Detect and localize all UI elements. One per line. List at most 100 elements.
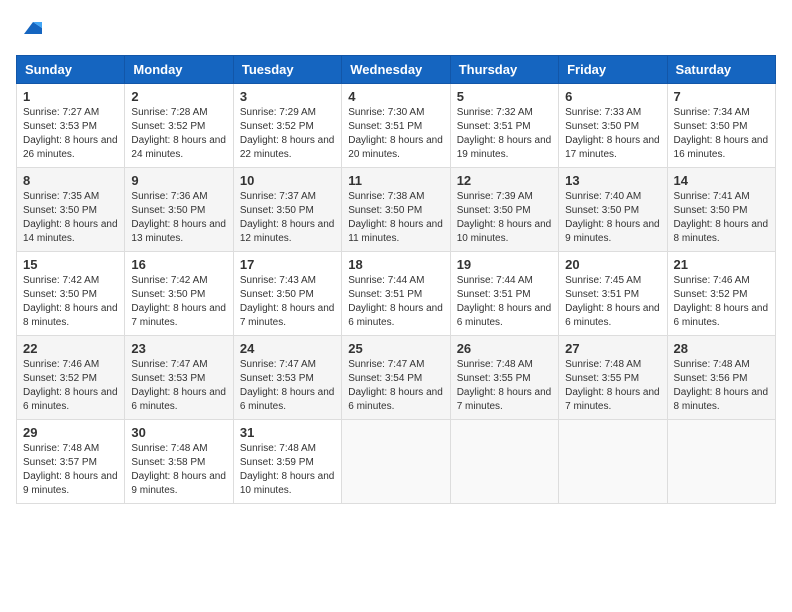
day-info: Sunrise: 7:27 AMSunset: 3:53 PMDaylight:… [23, 106, 118, 162]
calendar-week-row: 29 Sunrise: 7:48 AMSunset: 3:57 PMDayligh… [17, 420, 776, 504]
calendar-cell: 24 Sunrise: 7:47 AMSunset: 3:53 PMDayligh… [233, 336, 341, 420]
day-info: Sunrise: 7:46 AMSunset: 3:52 PMDaylight:… [674, 274, 769, 330]
day-header-thursday: Thursday [450, 56, 558, 84]
calendar-cell: 4 Sunrise: 7:30 AMSunset: 3:51 PMDaylight… [342, 84, 450, 168]
day-info: Sunrise: 7:28 AMSunset: 3:52 PMDaylight:… [131, 106, 226, 162]
calendar-cell: 12Sunrise: 7:39 AMSunset: 3:50 PMDayligh… [450, 168, 558, 252]
calendar-week-row: 8 Sunrise: 7:35 AMSunset: 3:50 PMDaylight… [17, 168, 776, 252]
calendar-cell: 16 Sunrise: 7:42 AMSunset: 3:50 PMDayligh… [125, 252, 233, 336]
calendar-cell [342, 420, 450, 504]
calendar-cell: 11 Sunrise: 7:38 AMSunset: 3:50 PMDayligh… [342, 168, 450, 252]
day-info: Sunrise: 7:35 AMSunset: 3:50 PMDaylight:… [23, 190, 118, 246]
day-number: 15 [23, 257, 118, 272]
calendar-cell: 22Sunrise: 7:46 AMSunset: 3:52 PMDayligh… [17, 336, 125, 420]
calendar-cell: 23 Sunrise: 7:47 AMSunset: 3:53 PMDayligh… [125, 336, 233, 420]
day-number: 31 [240, 425, 335, 440]
day-number: 28 [674, 341, 769, 356]
day-number: 16 [131, 257, 226, 272]
day-info: Sunrise: 7:34 AMSunset: 3:50 PMDaylight:… [674, 106, 769, 162]
calendar-cell: 1 Sunrise: 7:27 AMSunset: 3:53 PMDaylight… [17, 84, 125, 168]
day-info: Sunrise: 7:46 AMSunset: 3:52 PMDaylight:… [23, 358, 118, 414]
day-info: Sunrise: 7:47 AMSunset: 3:53 PMDaylight:… [131, 358, 226, 414]
calendar-cell: 8 Sunrise: 7:35 AMSunset: 3:50 PMDaylight… [17, 168, 125, 252]
calendar-week-row: 1 Sunrise: 7:27 AMSunset: 3:53 PMDaylight… [17, 84, 776, 168]
calendar-cell: 13 Sunrise: 7:40 AMSunset: 3:50 PMDayligh… [559, 168, 667, 252]
calendar-cell: 28 Sunrise: 7:48 AMSunset: 3:56 PMDayligh… [667, 336, 775, 420]
day-number: 2 [131, 89, 226, 104]
day-number: 27 [565, 341, 660, 356]
day-header-saturday: Saturday [667, 56, 775, 84]
day-number: 14 [674, 173, 769, 188]
day-info: Sunrise: 7:36 AMSunset: 3:50 PMDaylight:… [131, 190, 226, 246]
day-info: Sunrise: 7:48 AMSunset: 3:56 PMDaylight:… [674, 358, 769, 414]
day-header-sunday: Sunday [17, 56, 125, 84]
calendar-cell: 21 Sunrise: 7:46 AMSunset: 3:52 PMDayligh… [667, 252, 775, 336]
calendar-cell: 30 Sunrise: 7:48 AMSunset: 3:58 PMDayligh… [125, 420, 233, 504]
day-info: Sunrise: 7:32 AMSunset: 3:51 PMDaylight:… [457, 106, 552, 162]
day-info: Sunrise: 7:42 AMSunset: 3:50 PMDaylight:… [131, 274, 226, 330]
day-number: 19 [457, 257, 552, 272]
day-info: Sunrise: 7:41 AMSunset: 3:50 PMDaylight:… [674, 190, 769, 246]
day-header-friday: Friday [559, 56, 667, 84]
calendar-cell: 20Sunrise: 7:45 AMSunset: 3:51 PMDayligh… [559, 252, 667, 336]
day-number: 26 [457, 341, 552, 356]
calendar-cell: 27 Sunrise: 7:48 AMSunset: 3:55 PMDayligh… [559, 336, 667, 420]
day-number: 9 [131, 173, 226, 188]
day-header-monday: Monday [125, 56, 233, 84]
calendar-cell: 29 Sunrise: 7:48 AMSunset: 3:57 PMDayligh… [17, 420, 125, 504]
calendar-cell: 2 Sunrise: 7:28 AMSunset: 3:52 PMDaylight… [125, 84, 233, 168]
day-number: 10 [240, 173, 335, 188]
day-info: Sunrise: 7:44 AMSunset: 3:51 PMDaylight:… [348, 274, 443, 330]
calendar-cell: 10Sunrise: 7:37 AMSunset: 3:50 PMDayligh… [233, 168, 341, 252]
day-info: Sunrise: 7:48 AMSunset: 3:55 PMDaylight:… [565, 358, 660, 414]
day-info: Sunrise: 7:42 AMSunset: 3:50 PMDaylight:… [23, 274, 118, 330]
day-info: Sunrise: 7:47 AMSunset: 3:54 PMDaylight:… [348, 358, 443, 414]
day-number: 12 [457, 173, 552, 188]
day-info: Sunrise: 7:47 AMSunset: 3:53 PMDaylight:… [240, 358, 335, 414]
day-info: Sunrise: 7:33 AMSunset: 3:50 PMDaylight:… [565, 106, 660, 162]
day-number: 13 [565, 173, 660, 188]
day-number: 8 [23, 173, 118, 188]
calendar-cell: 7 Sunrise: 7:34 AMSunset: 3:50 PMDaylight… [667, 84, 775, 168]
day-number: 21 [674, 257, 769, 272]
day-number: 3 [240, 89, 335, 104]
calendar-cell: 9 Sunrise: 7:36 AMSunset: 3:50 PMDaylight… [125, 168, 233, 252]
day-info: Sunrise: 7:48 AMSunset: 3:59 PMDaylight:… [240, 442, 335, 498]
calendar-cell [559, 420, 667, 504]
calendar-cell [667, 420, 775, 504]
page-header [16, 16, 776, 45]
day-info: Sunrise: 7:43 AMSunset: 3:50 PMDaylight:… [240, 274, 335, 330]
day-number: 24 [240, 341, 335, 356]
day-number: 18 [348, 257, 443, 272]
day-number: 25 [348, 341, 443, 356]
day-number: 23 [131, 341, 226, 356]
logo-icon [18, 16, 42, 40]
calendar-cell: 3 Sunrise: 7:29 AMSunset: 3:52 PMDaylight… [233, 84, 341, 168]
day-number: 11 [348, 173, 443, 188]
calendar-cell: 19 Sunrise: 7:44 AMSunset: 3:51 PMDayligh… [450, 252, 558, 336]
calendar-cell: 6Sunrise: 7:33 AMSunset: 3:50 PMDaylight… [559, 84, 667, 168]
day-number: 1 [23, 89, 118, 104]
logo [16, 16, 42, 45]
day-info: Sunrise: 7:48 AMSunset: 3:57 PMDaylight:… [23, 442, 118, 498]
day-info: Sunrise: 7:48 AMSunset: 3:55 PMDaylight:… [457, 358, 552, 414]
calendar-table: SundayMondayTuesdayWednesdayThursdayFrid… [16, 55, 776, 504]
day-info: Sunrise: 7:48 AMSunset: 3:58 PMDaylight:… [131, 442, 226, 498]
calendar-week-row: 15 Sunrise: 7:42 AMSunset: 3:50 PMDayligh… [17, 252, 776, 336]
day-number: 29 [23, 425, 118, 440]
day-number: 17 [240, 257, 335, 272]
day-header-tuesday: Tuesday [233, 56, 341, 84]
day-number: 7 [674, 89, 769, 104]
day-info: Sunrise: 7:40 AMSunset: 3:50 PMDaylight:… [565, 190, 660, 246]
day-number: 30 [131, 425, 226, 440]
calendar-week-row: 22Sunrise: 7:46 AMSunset: 3:52 PMDayligh… [17, 336, 776, 420]
day-number: 4 [348, 89, 443, 104]
day-header-wednesday: Wednesday [342, 56, 450, 84]
day-info: Sunrise: 7:29 AMSunset: 3:52 PMDaylight:… [240, 106, 335, 162]
calendar-header-row: SundayMondayTuesdayWednesdayThursdayFrid… [17, 56, 776, 84]
calendar-cell: 18 Sunrise: 7:44 AMSunset: 3:51 PMDayligh… [342, 252, 450, 336]
day-info: Sunrise: 7:44 AMSunset: 3:51 PMDaylight:… [457, 274, 552, 330]
day-number: 5 [457, 89, 552, 104]
day-info: Sunrise: 7:38 AMSunset: 3:50 PMDaylight:… [348, 190, 443, 246]
day-info: Sunrise: 7:30 AMSunset: 3:51 PMDaylight:… [348, 106, 443, 162]
